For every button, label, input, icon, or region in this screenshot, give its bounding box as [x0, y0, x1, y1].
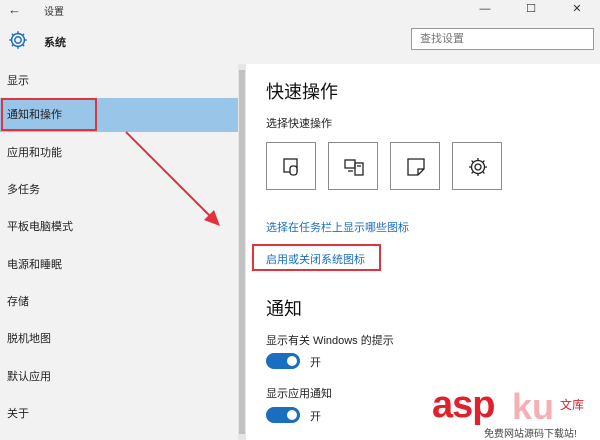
window-title: 设置 — [44, 7, 64, 18]
link-highlight-box — [252, 244, 381, 271]
watermark-brand: asp — [432, 384, 495, 426]
app-notifications-toggle[interactable] — [266, 407, 300, 423]
quick-action-tile-project[interactable] — [328, 142, 378, 190]
sidebar-scrollbar[interactable] — [238, 64, 246, 440]
project-display-icon — [344, 159, 364, 176]
annotation-arrow — [125, 131, 220, 226]
back-arrow-icon[interactable]: ← — [8, 2, 26, 18]
sidebar-item-power-sleep[interactable]: 电源和睡眠 — [0, 248, 238, 282]
toggle-knob — [287, 356, 297, 366]
nav-highlight-box — [1, 98, 97, 131]
watermark-brand-tail: 文库 — [560, 398, 585, 412]
tablet-mode-icon — [283, 158, 298, 176]
watermark-tagline: 免费网站源码下载站! — [484, 429, 577, 440]
quick-action-tile-tablet[interactable] — [266, 142, 316, 190]
search-input[interactable] — [412, 29, 593, 49]
sidebar-item-about[interactable]: 关于 — [0, 397, 238, 431]
watermark-brand-ku: ku — [512, 386, 555, 427]
app-notifications-state: 开 — [310, 411, 321, 423]
quick-action-tile-settings[interactable] — [452, 142, 502, 190]
window-controls: — ☐ ✕ — [462, 0, 600, 20]
toggle-knob — [287, 410, 297, 420]
quick-actions-heading: 快速操作 — [266, 82, 338, 102]
taskbar-icons-link[interactable]: 选择在任务栏上显示哪些图标 — [266, 219, 409, 235]
windows-tips-toggle[interactable] — [266, 353, 300, 369]
close-button[interactable]: ✕ — [554, 0, 600, 20]
maximize-button[interactable]: ☐ — [508, 0, 554, 20]
search-box[interactable] — [411, 28, 594, 50]
site-watermark: asp ku 文库 免费网站源码下载站! — [432, 384, 600, 440]
title-bar: ← 设置 — ☐ ✕ — [0, 0, 600, 20]
settings-gear-icon — [469, 158, 487, 176]
note-icon — [407, 158, 425, 176]
app-notifications-label: 显示应用通知 — [266, 388, 332, 400]
scrollbar-thumb[interactable] — [239, 70, 245, 434]
sidebar-item-offline-maps[interactable]: 脱机地图 — [0, 322, 238, 356]
sidebar-item-display[interactable]: 显示 — [0, 64, 238, 98]
minimize-button[interactable]: — — [462, 0, 508, 20]
quick-actions-subtitle: 选择快速操作 — [266, 118, 332, 130]
notifications-heading: 通知 — [266, 299, 302, 319]
sidebar-item-storage[interactable]: 存储 — [0, 285, 238, 319]
system-gear-icon — [9, 31, 27, 49]
windows-tips-label: 显示有关 Windows 的提示 — [266, 335, 394, 347]
quick-action-tile-note[interactable] — [390, 142, 440, 190]
section-title: 系统 — [44, 37, 66, 49]
sidebar-item-default-apps[interactable]: 默认应用 — [0, 360, 238, 394]
settings-header: 系统 — [0, 20, 600, 64]
windows-tips-state: 开 — [310, 357, 321, 369]
